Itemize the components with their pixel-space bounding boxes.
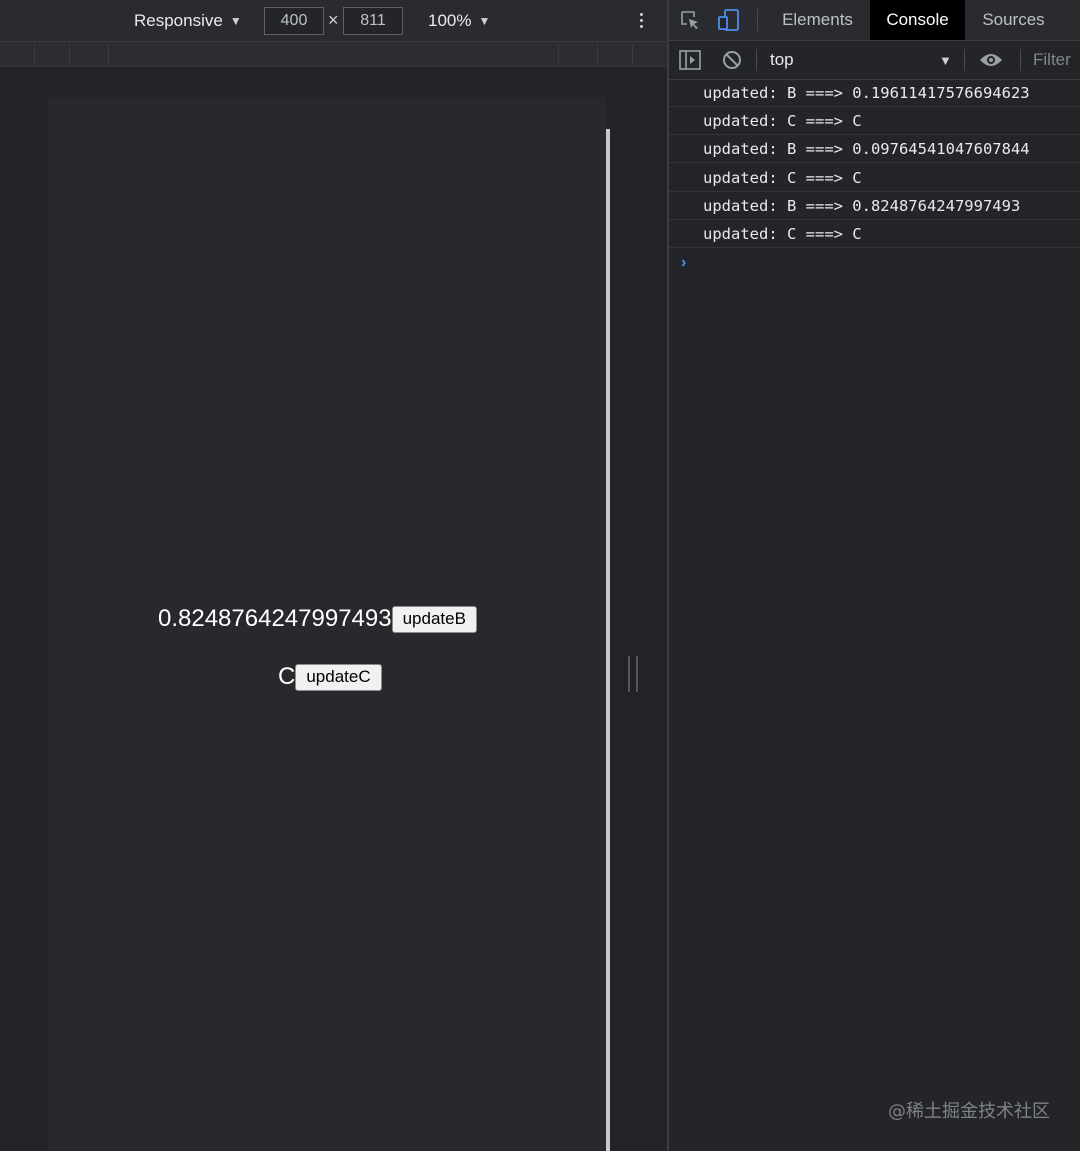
clear-console-icon[interactable] [721, 49, 743, 71]
zoom-label: 100% [428, 10, 472, 30]
log-line: updated: B ===> 0.09764541047607844 [669, 136, 1080, 164]
log-line: updated: B ===> 0.8248764247997493 [669, 193, 1080, 220]
more-options-icon[interactable] [634, 10, 648, 32]
filter-input[interactable]: Filter [1033, 41, 1071, 79]
update-c-button[interactable]: updateC [295, 663, 382, 691]
tab-console[interactable]: Console [870, 0, 965, 40]
console-log: updated: B ===> 0.19611417576694623 upda… [669, 80, 1080, 248]
row-c: C updateC [278, 662, 382, 692]
console-prompt-icon[interactable]: › [681, 254, 686, 272]
b-value: 0.8248764247997493 [158, 605, 392, 632]
device-toolbar: Responsive ▼ 400 × 811 100% ▼ [0, 0, 667, 42]
eye-icon[interactable] [979, 49, 1003, 71]
update-b-button[interactable]: updateB [391, 605, 477, 633]
media-query-ruler [0, 42, 667, 67]
width-input[interactable]: 400 [264, 7, 324, 35]
console-toolbar: top ▼ Filter [669, 41, 1080, 80]
zoom-select[interactable]: 100% ▼ [428, 0, 490, 41]
log-line: updated: C ===> C [669, 108, 1080, 136]
viewport-edge [606, 129, 610, 1151]
device-select[interactable]: Responsive ▼ [134, 0, 242, 41]
device-emulation-pane: Responsive ▼ 400 × 811 100% ▼ 0.82487642… [0, 0, 667, 1151]
times-sign: × [328, 10, 339, 30]
device-toggle-icon[interactable] [717, 8, 741, 32]
caret-down-icon: ▼ [229, 13, 242, 28]
c-value: C [278, 663, 296, 690]
caret-down-icon: ▼ [478, 13, 491, 28]
context-select[interactable]: top [770, 41, 794, 79]
sidebar-toggle-icon[interactable] [679, 49, 701, 71]
resize-handle[interactable] [628, 656, 638, 692]
devtools-tabbar: Elements Console Sources [669, 0, 1080, 41]
tab-sources[interactable]: Sources [967, 0, 1060, 40]
log-line: updated: C ===> C [669, 165, 1080, 192]
row-b: 0.8248764247997493 updateB [158, 604, 477, 634]
height-input[interactable]: 811 [343, 7, 403, 35]
log-line: updated: C ===> C [669, 221, 1080, 248]
inspect-element-icon[interactable] [679, 9, 701, 31]
log-line: updated: B ===> 0.19611417576694623 [669, 80, 1080, 107]
devtools-panel: Elements Console Sources top ▼ Filter up… [669, 0, 1080, 1151]
device-label: Responsive [134, 10, 223, 30]
caret-down-icon[interactable]: ▼ [939, 41, 952, 79]
tab-elements[interactable]: Elements [768, 0, 867, 40]
watermark: @稀土掘金技术社区 [888, 1101, 1050, 1122]
